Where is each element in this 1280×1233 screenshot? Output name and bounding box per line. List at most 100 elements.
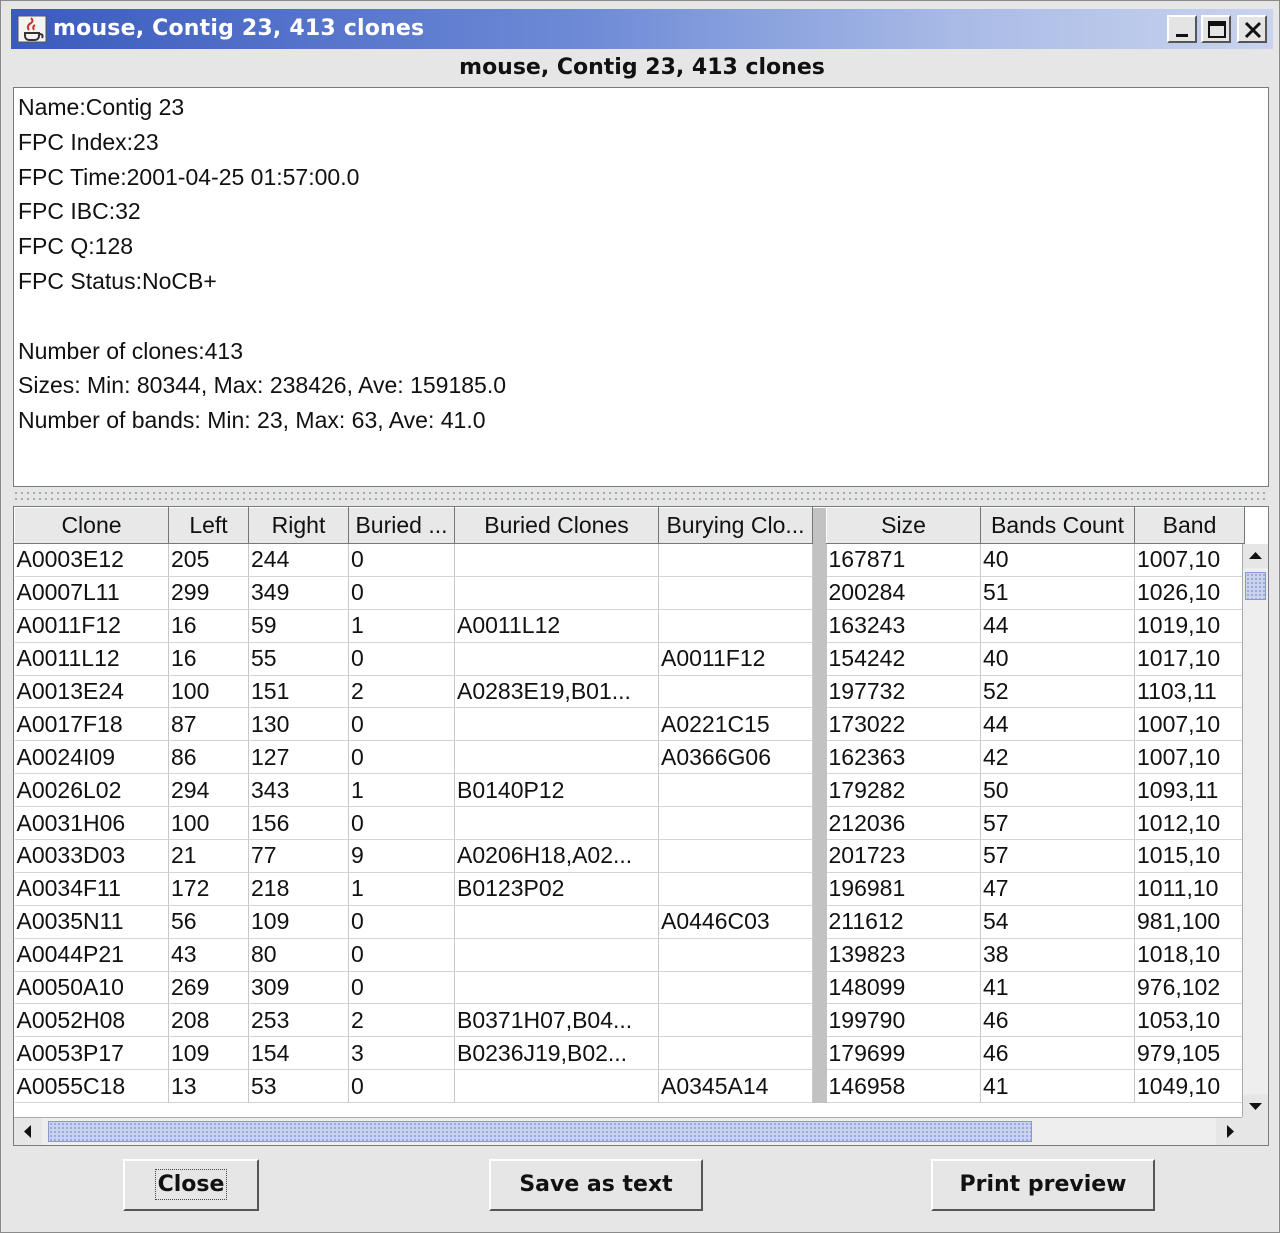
- scroll-up-button[interactable]: [1243, 544, 1268, 568]
- cell-bands-count[interactable]: 46: [980, 1003, 1135, 1038]
- cell-buried-clones[interactable]: A0206H18,A02...: [454, 839, 659, 873]
- cell-burying-clone[interactable]: A0221C15: [658, 707, 813, 742]
- cell-size[interactable]: 173022: [826, 707, 981, 742]
- cell-right[interactable]: 53: [248, 1069, 349, 1104]
- cell-burying-clone[interactable]: [658, 872, 813, 906]
- cell-buried-count[interactable]: 0: [348, 938, 455, 972]
- cell-right[interactable]: 109: [248, 905, 349, 939]
- cell-buried-clones[interactable]: B0236J19,B02...: [454, 1036, 659, 1071]
- table-row[interactable]: A0034F11 172 218 1 B0123P02 196981 47 1011,10: [14, 872, 1245, 906]
- cell-size[interactable]: 201723: [826, 839, 981, 873]
- cell-band[interactable]: 979,105: [1134, 1036, 1245, 1071]
- cell-bands-count[interactable]: 47: [980, 872, 1135, 906]
- col-header-burying-clone[interactable]: Burying Clo...: [658, 507, 813, 544]
- cell-buried-clones[interactable]: [454, 576, 659, 610]
- cell-size[interactable]: 211612: [826, 905, 981, 939]
- cell-right[interactable]: 80: [248, 938, 349, 972]
- cell-bands-count[interactable]: 44: [980, 707, 1135, 742]
- cell-band[interactable]: 1007,10: [1134, 543, 1245, 577]
- contig-info-panel[interactable]: Name:Contig 23 FPC Index:23 FPC Time:200…: [13, 87, 1269, 487]
- cell-size[interactable]: 139823: [826, 938, 981, 972]
- cell-clone[interactable]: A0011F12: [14, 609, 169, 643]
- cell-band[interactable]: 1053,10: [1134, 1003, 1245, 1038]
- cell-clone[interactable]: A0035N11: [14, 905, 169, 939]
- minimize-button[interactable]: [1167, 15, 1197, 43]
- split-pane-divider[interactable]: [13, 490, 1269, 502]
- cell-right[interactable]: 244: [248, 543, 349, 577]
- cell-buried-count[interactable]: 9: [348, 839, 455, 873]
- table-row[interactable]: A0053P17 109 154 3 B0236J19,B02... 179699 46 97…: [14, 1036, 1245, 1071]
- scroll-right-button[interactable]: [1216, 1118, 1244, 1145]
- col-header-bands-count[interactable]: Bands Count: [980, 507, 1135, 544]
- cell-buried-clones[interactable]: [454, 543, 659, 577]
- cell-buried-count[interactable]: 1: [348, 872, 455, 906]
- cell-right[interactable]: 343: [248, 773, 349, 808]
- cell-buried-count[interactable]: 0: [348, 707, 455, 742]
- table-row[interactable]: A0024I09 86 127 0 A0366G06 162363 42 1007,10: [14, 740, 1245, 775]
- table-row[interactable]: A0044P21 43 80 0 139823 38 1018,10: [14, 938, 1245, 972]
- cell-size[interactable]: 196981: [826, 872, 981, 906]
- col-header-band[interactable]: Band: [1134, 507, 1245, 544]
- cell-left[interactable]: 16: [168, 609, 249, 643]
- cell-right[interactable]: 253: [248, 1003, 349, 1038]
- cell-right[interactable]: 218: [248, 872, 349, 906]
- cell-clone[interactable]: A0055C18: [14, 1069, 169, 1104]
- close-button[interactable]: Close: [123, 1159, 259, 1211]
- cell-left[interactable]: 13: [168, 1069, 249, 1104]
- cell-right[interactable]: 55: [248, 642, 349, 676]
- cell-burying-clone[interactable]: A0345A14: [658, 1069, 813, 1104]
- table-row[interactable]: A0055C18 13 53 0 A0345A14 146958 41 1049,10: [14, 1069, 1245, 1104]
- cell-burying-clone[interactable]: [658, 938, 813, 972]
- cell-buried-count[interactable]: 0: [348, 806, 455, 841]
- cell-clone[interactable]: A0031H06: [14, 806, 169, 841]
- cell-size[interactable]: 179699: [826, 1036, 981, 1071]
- maximize-button[interactable]: [1201, 15, 1231, 43]
- table-row[interactable]: A0011L12 16 55 0 A0011F12 154242 40 1017,10: [14, 642, 1245, 676]
- cell-bands-count[interactable]: 46: [980, 1036, 1135, 1071]
- java-app-icon[interactable]: [17, 15, 47, 43]
- cell-size[interactable]: 162363: [826, 740, 981, 775]
- cell-left[interactable]: 43: [168, 938, 249, 972]
- cell-right[interactable]: 127: [248, 740, 349, 775]
- cell-left[interactable]: 56: [168, 905, 249, 939]
- horizontal-scroll-thumb[interactable]: [48, 1121, 1032, 1142]
- cell-buried-clones[interactable]: [454, 971, 659, 1005]
- cell-burying-clone[interactable]: A0011F12: [658, 642, 813, 676]
- cell-size[interactable]: 146958: [826, 1069, 981, 1104]
- cell-burying-clone[interactable]: [658, 609, 813, 643]
- cell-left[interactable]: 109: [168, 1036, 249, 1071]
- cell-buried-clones[interactable]: [454, 1069, 659, 1104]
- cell-buried-clones[interactable]: B0123P02: [454, 872, 659, 906]
- cell-band[interactable]: 1017,10: [1134, 642, 1245, 676]
- cell-buried-count[interactable]: 1: [348, 773, 455, 808]
- cell-left[interactable]: 294: [168, 773, 249, 808]
- cell-band[interactable]: 1011,10: [1134, 872, 1245, 906]
- table-row[interactable]: A0007L11 299 349 0 200284 51 1026,10: [14, 576, 1245, 610]
- cell-clone[interactable]: A0050A10: [14, 971, 169, 1005]
- cell-left[interactable]: 269: [168, 971, 249, 1005]
- vertical-scroll-thumb[interactable]: [1245, 572, 1266, 600]
- cell-burying-clone[interactable]: [658, 576, 813, 610]
- cell-left[interactable]: 299: [168, 576, 249, 610]
- cell-band[interactable]: 1007,10: [1134, 740, 1245, 775]
- cell-buried-count[interactable]: 0: [348, 905, 455, 939]
- table-row[interactable]: A0035N11 56 109 0 A0446C03 211612 54 981,100: [14, 905, 1245, 939]
- cell-clone[interactable]: A0033D03: [14, 839, 169, 873]
- cell-left[interactable]: 16: [168, 642, 249, 676]
- cell-buried-count[interactable]: 0: [348, 740, 455, 775]
- cell-bands-count[interactable]: 50: [980, 773, 1135, 808]
- cell-buried-count[interactable]: 3: [348, 1036, 455, 1071]
- cell-band[interactable]: 1026,10: [1134, 576, 1245, 610]
- cell-buried-clones[interactable]: A0283E19,B01...: [454, 675, 659, 709]
- cell-bands-count[interactable]: 54: [980, 905, 1135, 939]
- print-preview-button[interactable]: Print preview: [931, 1159, 1155, 1211]
- cell-buried-count[interactable]: 0: [348, 576, 455, 610]
- cell-burying-clone[interactable]: [658, 543, 813, 577]
- cell-clone[interactable]: A0026L02: [14, 773, 169, 808]
- cell-buried-count[interactable]: 0: [348, 1069, 455, 1104]
- cell-clone[interactable]: A0017F18: [14, 707, 169, 742]
- cell-buried-count[interactable]: 0: [348, 642, 455, 676]
- col-header-buried-clones[interactable]: Buried Clones: [454, 507, 659, 544]
- cell-band[interactable]: 1093,11: [1134, 773, 1245, 808]
- cell-buried-clones[interactable]: [454, 938, 659, 972]
